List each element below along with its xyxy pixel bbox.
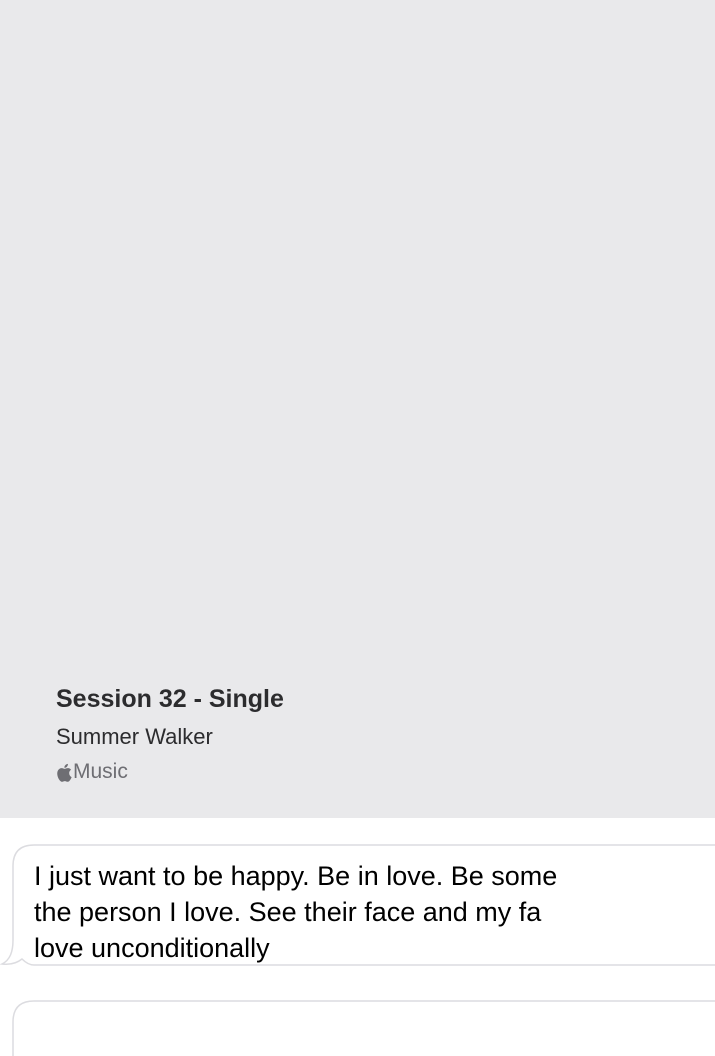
artist-name: Summer Walker: [56, 724, 213, 749]
message-bubble[interactable]: [0, 1000, 715, 1056]
music-card-info: Session 32 - Single Summer Walker Music: [56, 682, 695, 786]
music-link-preview-card[interactable]: Session 32 - Single Summer Walker Music: [0, 0, 715, 818]
message-text: I just want to be happy. Be in love. Be …: [34, 861, 558, 963]
apple-logo-icon: [56, 763, 72, 782]
message-thread: Session 32 - Single Summer Walker Music …: [0, 0, 715, 1056]
message-bubble[interactable]: I just want to be happy. Be in love. Be …: [0, 844, 715, 966]
source-label: Music: [73, 760, 128, 783]
bubble-outline: [12, 1000, 715, 1056]
album-artwork-placeholder[interactable]: [0, 0, 715, 660]
music-source: Music: [56, 758, 695, 786]
song-title: Session 32 - Single: [56, 685, 284, 713]
